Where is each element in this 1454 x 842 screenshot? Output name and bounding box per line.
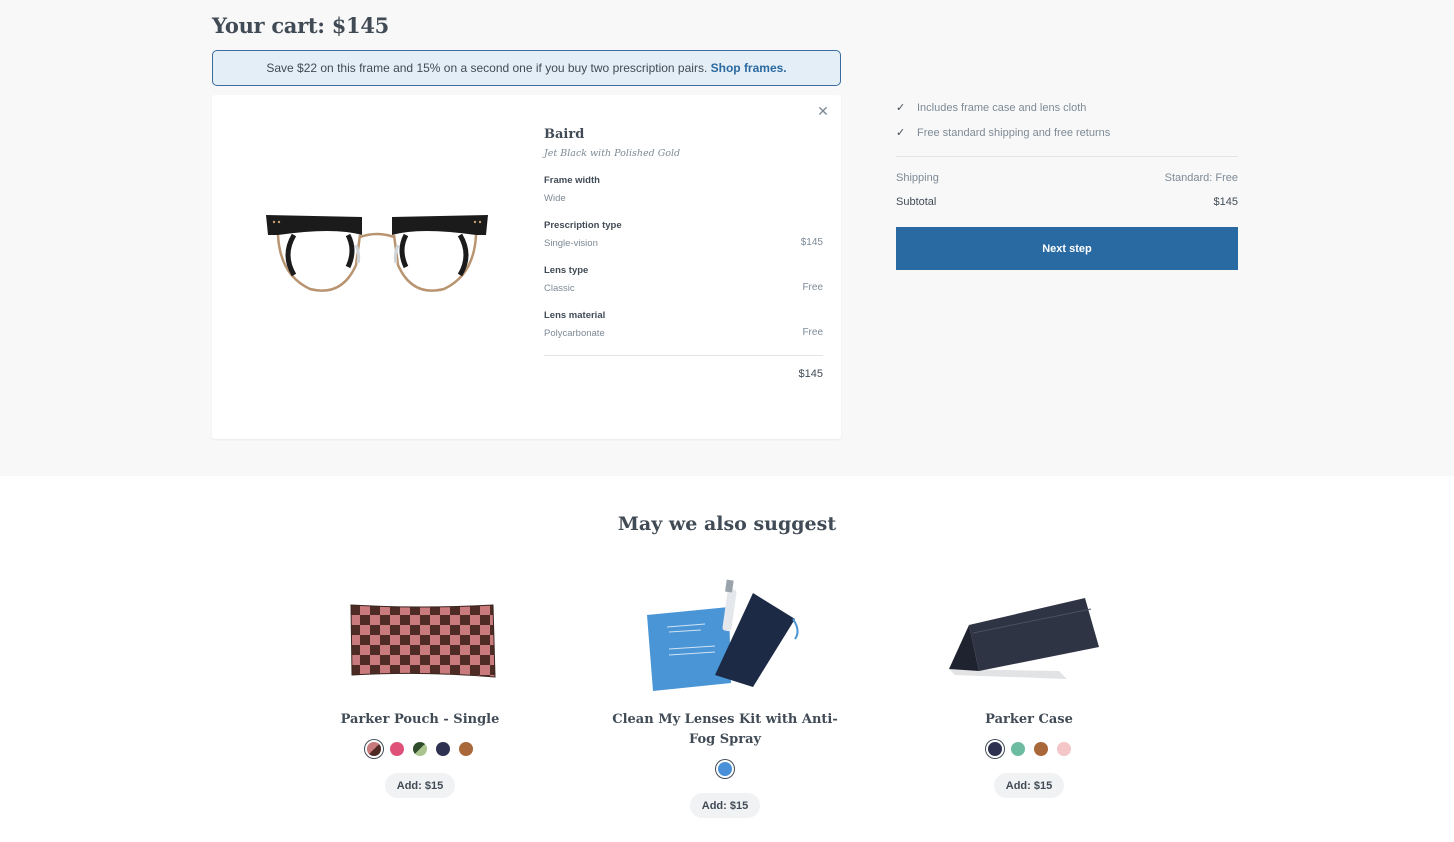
lens-kit-image: [647, 579, 799, 691]
color-swatches: [605, 762, 845, 776]
subtotal-value: $145: [1213, 196, 1238, 208]
product-name: Clean My Lenses Kit with Anti-Fog Spray: [612, 712, 838, 747]
attr-label: Prescription type: [544, 220, 622, 231]
swatch[interactable]: [1010, 742, 1025, 756]
check-icon: ✓: [896, 102, 906, 114]
swatch[interactable]: [390, 742, 404, 756]
next-step-button[interactable]: Next step: [896, 227, 1238, 270]
case-image: [949, 598, 1099, 679]
attr-price: $145: [800, 237, 823, 248]
perk-text: Free standard shipping and free returns: [917, 126, 1111, 139]
perk-item: ✓ Free standard shipping and free return…: [896, 120, 1238, 145]
swatch[interactable]: [718, 762, 732, 776]
shipping-value: Standard: Free: [1164, 172, 1238, 184]
suggest-title: May we also suggest: [617, 513, 837, 535]
cart-item-card: ✕ Baird Jet Black with Polished Gold Fra…: [212, 95, 841, 439]
add-button[interactable]: Add: $15: [384, 773, 456, 798]
product-image[interactable]: [605, 575, 845, 700]
swatch[interactable]: [459, 742, 473, 756]
promo-text: Save $22 on this frame and 15% on a seco…: [266, 61, 711, 75]
attr-lens-material: Lens material Polycarbonate Free: [544, 310, 823, 339]
suggest-product-pouch: Parker Pouch - Single Add: $15: [300, 575, 540, 798]
product-name: Parker Case: [985, 712, 1073, 727]
shipping-label: Shipping: [896, 172, 939, 184]
attr-value: Classic: [544, 283, 575, 294]
product-name: Baird: [544, 127, 585, 142]
swatch[interactable]: [436, 742, 450, 756]
attr-price: Free: [802, 327, 823, 338]
add-button[interactable]: Add: $15: [993, 773, 1065, 798]
item-details: Baird Jet Black with Polished Gold Frame…: [544, 127, 823, 380]
attr-frame-width: Frame width Wide: [544, 175, 823, 204]
attr-lens-type: Lens type Classic Free: [544, 265, 823, 294]
attr-label: Lens type: [544, 265, 589, 276]
swatch[interactable]: [1033, 742, 1048, 756]
product-image[interactable]: [300, 575, 540, 700]
attr-label: Lens material: [544, 310, 606, 321]
swatch[interactable]: [413, 742, 427, 756]
attr-value: Wide: [544, 193, 566, 204]
attr-price: Free: [802, 282, 823, 293]
attr-prescription-type: Prescription type Single-vision $145: [544, 220, 823, 249]
divider: [896, 156, 1238, 157]
order-summary: ✓ Includes frame case and lens cloth ✓ F…: [896, 95, 1238, 270]
pouch-image: [350, 604, 496, 678]
shop-frames-link[interactable]: Shop frames.: [711, 61, 787, 75]
product-image[interactable]: [909, 575, 1149, 700]
glasses-image: [266, 215, 488, 292]
promo-banner: Save $22 on this frame and 15% on a seco…: [212, 50, 841, 86]
attr-value: Single-vision: [544, 238, 598, 249]
check-icon: ✓: [896, 127, 906, 139]
shipping-row: Shipping Standard: Free: [896, 172, 1238, 184]
perk-text: Includes frame case and lens cloth: [917, 101, 1087, 114]
subtotal-label: Subtotal: [896, 196, 937, 208]
add-button[interactable]: Add: $15: [689, 793, 761, 818]
product-color: Jet Black with Polished Gold: [544, 148, 681, 159]
swatch[interactable]: [987, 742, 1002, 756]
swatch[interactable]: [367, 742, 381, 756]
perk-item: ✓ Includes frame case and lens cloth: [896, 95, 1238, 120]
color-swatches: [909, 742, 1149, 756]
suggest-product-lens-kit: Clean My Lenses Kit with Anti-Fog Spray …: [605, 575, 845, 818]
subtotal-row: Subtotal $145: [896, 196, 1238, 208]
cart-title: Your cart: $145: [212, 13, 389, 38]
product-name: Parker Pouch - Single: [340, 712, 500, 727]
close-icon[interactable]: ✕: [815, 103, 831, 119]
suggest-product-case: Parker Case Add: $15: [909, 575, 1149, 798]
attr-value: Polycarbonate: [544, 328, 605, 339]
swatch[interactable]: [1056, 742, 1071, 756]
color-swatches: [300, 742, 540, 756]
item-total: $145: [798, 368, 823, 380]
attr-label: Frame width: [544, 175, 600, 186]
divider: [544, 355, 823, 356]
